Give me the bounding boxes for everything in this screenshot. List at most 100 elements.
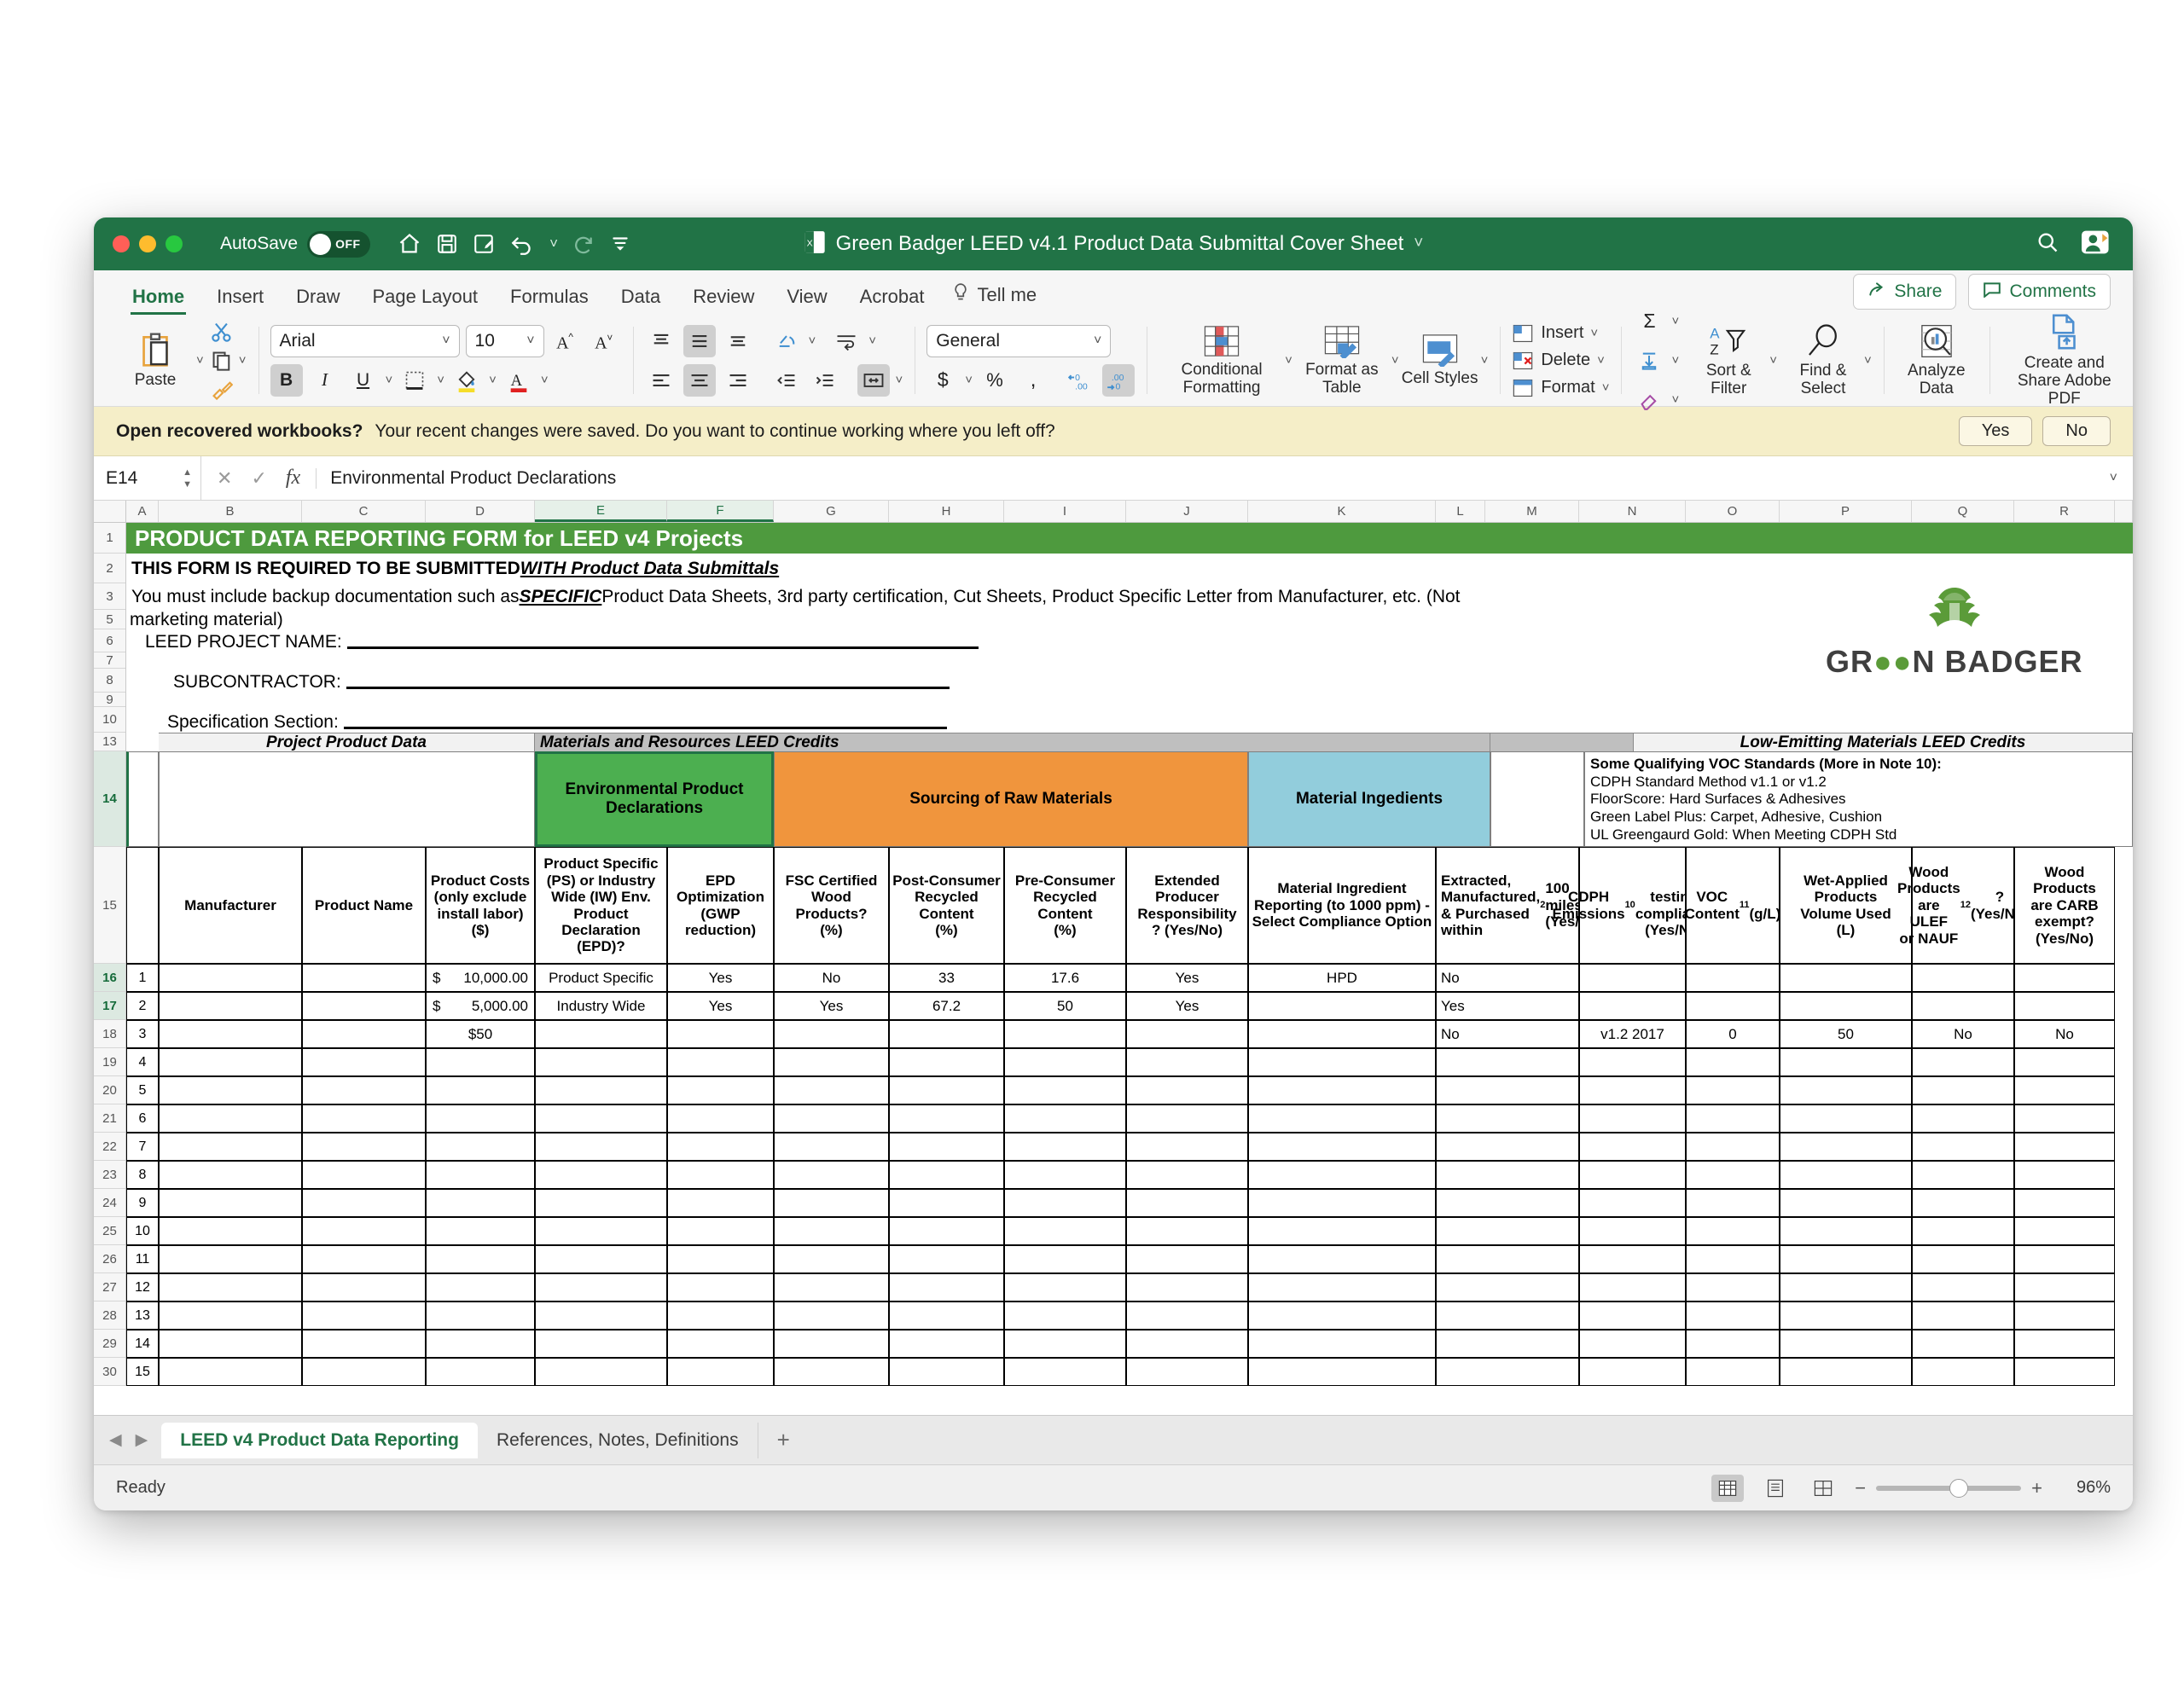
bold-button[interactable]: B: [270, 363, 303, 397]
tab-acrobat[interactable]: Acrobat: [844, 286, 941, 315]
titlebar-right-actions[interactable]: [2036, 229, 2111, 259]
cell-pre[interactable]: [1004, 1076, 1126, 1104]
cell-cost[interactable]: [426, 1133, 535, 1161]
cell-local[interactable]: [1436, 1273, 1579, 1301]
orientation-button[interactable]: [770, 325, 803, 357]
cell-fsc[interactable]: [774, 1020, 889, 1048]
column-header-row[interactable]: A B C D E F G H I J K L M N O P Q R: [94, 501, 2133, 523]
format-as-table-button[interactable]: Format as Table: [1292, 324, 1391, 397]
cell-fsc[interactable]: [774, 1189, 889, 1217]
table-row[interactable]: 14: [126, 1330, 2133, 1358]
sort-and-filter-button[interactable]: AZ Sort & Filter: [1687, 323, 1769, 398]
row-header-7[interactable]: 7: [94, 652, 125, 669]
cell-product_name[interactable]: [302, 1217, 426, 1245]
row-header-28[interactable]: 28: [94, 1301, 125, 1330]
cell-ulef[interactable]: [1912, 1161, 2014, 1189]
cell-epr[interactable]: Yes: [1126, 992, 1248, 1020]
quick-access-toolbar[interactable]: ˅: [398, 232, 631, 256]
cell-carb[interactable]: [2014, 1104, 2115, 1133]
formula-bar-actions[interactable]: ✕ ✓ fx: [201, 467, 316, 490]
clear-chevron-down-icon[interactable]: ˅: [1671, 392, 1679, 407]
cell-pre[interactable]: [1004, 1104, 1126, 1133]
cell-local[interactable]: [1436, 1245, 1579, 1273]
cell-product_name[interactable]: [302, 1161, 426, 1189]
cell-pre[interactable]: [1004, 1273, 1126, 1301]
ribbon-tab-bar[interactable]: Home Insert Draw Page Layout Formulas Da…: [94, 270, 2133, 315]
cell-epd_type[interactable]: Industry Wide: [535, 992, 667, 1020]
cell-local[interactable]: [1436, 1104, 1579, 1133]
cell-local[interactable]: [1436, 1217, 1579, 1245]
font-style-row[interactable]: B I U ˅ ˅ ˅ A ˅: [270, 363, 621, 397]
cell-manufacturer[interactable]: [159, 1358, 302, 1386]
row-header-3[interactable]: 3: [94, 583, 125, 610]
notification-yes-button[interactable]: Yes: [1958, 416, 2033, 446]
table-row[interactable]: 4: [126, 1048, 2133, 1076]
fill-chevron-down-icon[interactable]: ˅: [1671, 353, 1679, 368]
cell-ulef[interactable]: [1912, 1245, 2014, 1273]
cell-post[interactable]: [889, 1133, 1004, 1161]
row-header-6[interactable]: 6: [94, 629, 125, 652]
sheet-tab-bar[interactable]: ◀ ▶ LEED v4 Product Data Reporting Refer…: [94, 1415, 2133, 1464]
cell-local[interactable]: [1436, 1330, 1579, 1358]
cell-ulef[interactable]: [1912, 1048, 2014, 1076]
formula-bar[interactable]: E14 ▲ ▼ ✕ ✓ fx Environmental Product Decl…: [94, 456, 2133, 501]
cell-voc[interactable]: [1686, 1245, 1780, 1273]
column-header-f[interactable]: F: [667, 501, 774, 522]
cell-epd_opt[interactable]: [667, 1048, 774, 1076]
cell-cost[interactable]: [426, 1189, 535, 1217]
vertical-align-row[interactable]: ˅ ˅: [645, 324, 903, 357]
table-row[interactable]: 12: [126, 1273, 2133, 1301]
cell-epr[interactable]: [1126, 1330, 1248, 1358]
cell-epr[interactable]: [1126, 1048, 1248, 1076]
cell-carb[interactable]: [2014, 1273, 2115, 1301]
cell-mir[interactable]: [1248, 1048, 1436, 1076]
tab-page-layout[interactable]: Page Layout: [357, 286, 495, 315]
tell-me-button[interactable]: Tell me: [940, 282, 1048, 315]
cell-epd_type[interactable]: Product Specific: [535, 964, 667, 992]
cell-local[interactable]: [1436, 1133, 1579, 1161]
category-cell-local[interactable]: [1490, 751, 1584, 847]
cell-fsc[interactable]: No: [774, 964, 889, 992]
cell-fsc[interactable]: [774, 1217, 889, 1245]
status-bar-right[interactable]: − + 96%: [1711, 1474, 2111, 1502]
align-right-button[interactable]: [722, 364, 754, 397]
cell-cdph[interactable]: [1579, 1161, 1686, 1189]
table-row[interactable]: 15: [126, 1358, 2133, 1386]
cell-voc[interactable]: 0: [1686, 1020, 1780, 1048]
column-header-h[interactable]: H: [889, 501, 1004, 522]
sort-filter-chevron-down-icon[interactable]: ˅: [1769, 353, 1777, 368]
cell-pre[interactable]: [1004, 1048, 1126, 1076]
number-format-combobox[interactable]: General ˅: [926, 324, 1112, 357]
autosave-toggle[interactable]: OFF: [307, 230, 371, 258]
close-window-button[interactable]: [113, 235, 130, 252]
autosave-control[interactable]: AutoSave OFF: [220, 230, 371, 258]
column-header-r[interactable]: R: [2014, 501, 2115, 522]
cell-mir[interactable]: [1248, 1104, 1436, 1133]
cell-wet[interactable]: [1780, 1133, 1912, 1161]
cell-carb[interactable]: No: [2014, 1020, 2115, 1048]
cell-epd_opt[interactable]: [667, 1133, 774, 1161]
cell-mir[interactable]: [1248, 1189, 1436, 1217]
row-header-9[interactable]: 9: [94, 693, 125, 707]
cell-epd_opt[interactable]: [667, 1189, 774, 1217]
cell-epr[interactable]: Yes: [1126, 964, 1248, 992]
delete-cells-button[interactable]: Delete ˅: [1512, 351, 1609, 371]
cell-mir[interactable]: [1248, 1245, 1436, 1273]
decrease-indent-button[interactable]: [770, 364, 803, 397]
cell-mir[interactable]: [1248, 1301, 1436, 1330]
cell-voc[interactable]: [1686, 1217, 1780, 1245]
cell-cdph[interactable]: [1579, 1048, 1686, 1076]
tab-review[interactable]: Review: [677, 286, 770, 315]
zoom-percentage[interactable]: 96%: [2058, 1478, 2111, 1498]
underline-chevron-down-icon[interactable]: ˅: [386, 373, 393, 387]
cell-manufacturer[interactable]: [159, 1330, 302, 1358]
cell-voc[interactable]: [1686, 1358, 1780, 1386]
name-box-spinner[interactable]: ▲ ▼: [183, 467, 192, 490]
align-middle-button[interactable]: [682, 324, 716, 357]
voc-standards-note[interactable]: Some Qualifying VOC Standards (More in N…: [1584, 751, 2133, 847]
tab-data[interactable]: Data: [605, 286, 677, 315]
undo-chevron-down-icon[interactable]: ˅: [549, 235, 558, 252]
cell-epd_opt[interactable]: [667, 1020, 774, 1048]
cell-pre[interactable]: 50: [1004, 992, 1126, 1020]
font-name-combobox[interactable]: Arial ˅: [270, 324, 460, 357]
